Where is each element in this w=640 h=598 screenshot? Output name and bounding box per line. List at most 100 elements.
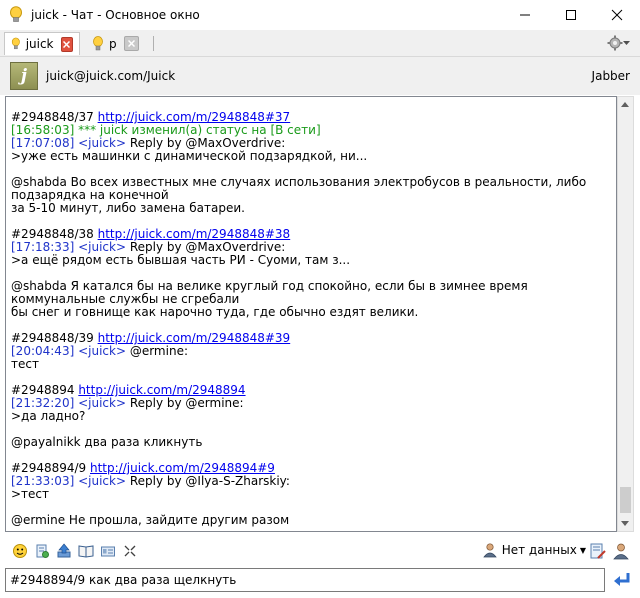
message-text: за 5-10 минут, либо замена батареи.: [11, 201, 245, 215]
tab-close-button[interactable]: [60, 36, 73, 52]
avatar: j: [10, 62, 38, 90]
status-change-notice: [16:58:03] *** juick изменил(а) статус н…: [11, 123, 321, 137]
message-text: Reply by @Ilya-S-Zharskiy:: [126, 474, 290, 488]
upload-icon: [57, 543, 70, 558]
message-text: Да ладно: [11, 97, 70, 98]
message-text: @payalnikk два раза кликнуть: [11, 435, 203, 449]
message-text: #2948848/37: [11, 110, 98, 124]
chat-message: @payalnikk два раза кликнуть: [11, 436, 611, 449]
message-line: тест: [11, 358, 611, 371]
history-button[interactable]: [77, 543, 94, 560]
message-line: @shabda Я катался бы на велике круглый г…: [11, 280, 611, 306]
message-line: [20:04:43] <juick> @ermine:: [11, 345, 611, 358]
message-line: [21:32:20] <juick> Reply by @ermine:: [11, 397, 611, 410]
message-text: Reply by @MaxOverdrive:: [126, 240, 286, 254]
status-label: Нет данных: [501, 543, 577, 557]
chat-log[interactable]: Да ладно #2948848/37 http://juick.com/m/2…: [5, 96, 617, 532]
message-link[interactable]: http://juick.com/m/2948894#9: [90, 461, 275, 475]
message-text: Reply by @ermine:: [126, 396, 244, 410]
edit-button[interactable]: [589, 542, 607, 560]
minimize-button[interactable]: [502, 0, 548, 30]
message-text: >тест: [11, 487, 50, 501]
send-file-button[interactable]: [33, 543, 50, 560]
vcard-icon: [100, 546, 115, 557]
window-title: juick - Чат - Основное окно: [31, 8, 200, 22]
pin-button[interactable]: [121, 543, 138, 560]
tab-menu-button[interactable]: [607, 34, 633, 52]
message-text: @shabda Я катался бы на велике круглый г…: [11, 279, 532, 306]
message-line: за 5-10 минут, либо замена батареи.: [11, 202, 611, 215]
chat-scrollbar[interactable]: [617, 96, 634, 532]
chat-message: @shabda Я катался бы на велике круглый г…: [11, 280, 611, 319]
tab-juick[interactable]: juick: [4, 32, 80, 55]
transport-label: Jabber: [591, 69, 630, 83]
scroll-thumb[interactable]: [620, 487, 631, 513]
message-text: #2948848/38: [11, 227, 98, 241]
message-line: >а ещё рядом есть бывшая часть РИ - Суом…: [11, 254, 611, 267]
message-timestamp: [21:32:20] <juick>: [11, 396, 127, 410]
scroll-up-arrow[interactable]: [621, 102, 629, 107]
message-text: тест: [11, 357, 39, 371]
message-text: бы снег и говнище как нарочно туда, где …: [11, 305, 419, 319]
message-link[interactable]: http://juick.com/m/2948848#37: [98, 110, 291, 124]
chat-messages: Да ладно #2948848/37 http://juick.com/m/2…: [11, 97, 611, 531]
close-icon: [127, 40, 135, 47]
chat-message: Да ладно: [11, 97, 611, 98]
upload-button[interactable]: [55, 543, 72, 560]
message-link[interactable]: http://juick.com/m/2948848#39: [98, 331, 291, 345]
message-text: >да ладно?: [11, 409, 86, 423]
status-selector[interactable]: Нет данных ▼: [482, 542, 586, 558]
chat-message: #2948894/9 http://juick.com/m/2948894#9[…: [11, 462, 611, 501]
chat-message: @shabda Во всех известных мне случаях ис…: [11, 176, 611, 215]
message-line: [21:33:03] <juick> Reply by @Ilya-S-Zhar…: [11, 475, 611, 488]
chat-message: #2948848/37 http://juick.com/m/2948848#3…: [11, 111, 611, 163]
emoticons-button[interactable]: [11, 543, 28, 560]
tab-separator: [153, 36, 154, 51]
message-link[interactable]: http://juick.com/m/2948848#38: [98, 227, 291, 241]
tab-p[interactable]: p: [86, 32, 150, 55]
message-text: @ermine:: [126, 344, 188, 358]
contact-info-button[interactable]: [612, 542, 630, 560]
pin-icon: [124, 545, 135, 557]
contact-info-icon: [613, 543, 629, 560]
message-text: >уже есть машинки с динамической подзаря…: [11, 149, 368, 163]
maximize-icon: [566, 10, 576, 20]
maximize-button[interactable]: [548, 0, 594, 30]
chat-message: #2948848/38 http://juick.com/m/2948848#3…: [11, 228, 611, 267]
scroll-down-arrow[interactable]: [621, 521, 629, 526]
tab-label: p: [109, 36, 117, 51]
chat-message: #2948894 http://juick.com/m/2948894 [21:3…: [11, 384, 611, 423]
lightbulb-icon: [10, 6, 22, 22]
vcard-button[interactable]: [99, 543, 116, 560]
message-link[interactable]: http://juick.com/m/2948894: [78, 383, 245, 397]
contact-bar: j juick@juick.com/Juick Jabber: [0, 57, 640, 95]
close-icon: [611, 9, 623, 21]
send-icon: [613, 573, 629, 586]
gear-icon: [607, 35, 623, 51]
emoticons-icon: [12, 544, 27, 558]
tab-label: juick: [25, 37, 54, 51]
close-button[interactable]: [594, 0, 640, 30]
message-text: #2948894/9: [11, 461, 90, 475]
lightbulb-icon: [11, 37, 20, 50]
message-line: >уже есть машинки с динамической подзаря…: [11, 150, 611, 163]
chat-toolbar: Нет данных ▼: [0, 538, 640, 564]
send-button[interactable]: [609, 568, 634, 592]
message-text: #2948894: [11, 383, 79, 397]
message-line: бы снег и говнище как нарочно туда, где …: [11, 306, 611, 319]
tab-close-button[interactable]: [123, 36, 139, 51]
message-text: @shabda Во всех известных мне случаях ис…: [11, 175, 591, 202]
history-icon: [78, 545, 93, 558]
message-line: @shabda Во всех известных мне случаях ис…: [11, 176, 611, 202]
message-input[interactable]: #2948894/9 как два раза щелкнуть: [5, 568, 605, 592]
message-line: Да ладно: [11, 97, 611, 98]
lightbulb-icon: [93, 35, 103, 50]
contact-jid: juick@juick.com/Juick: [46, 69, 176, 83]
title-bar: juick - Чат - Основное окно: [0, 0, 640, 30]
chevron-down-icon: [623, 40, 630, 45]
message-line: >да ладно?: [11, 410, 611, 423]
close-icon: [63, 40, 71, 48]
chat-message: @ermine Не прошла, зайдите другим разом: [11, 514, 611, 527]
message-timestamp: [17:18:33] <juick>: [11, 240, 127, 254]
avatar-letter: j: [20, 66, 28, 86]
